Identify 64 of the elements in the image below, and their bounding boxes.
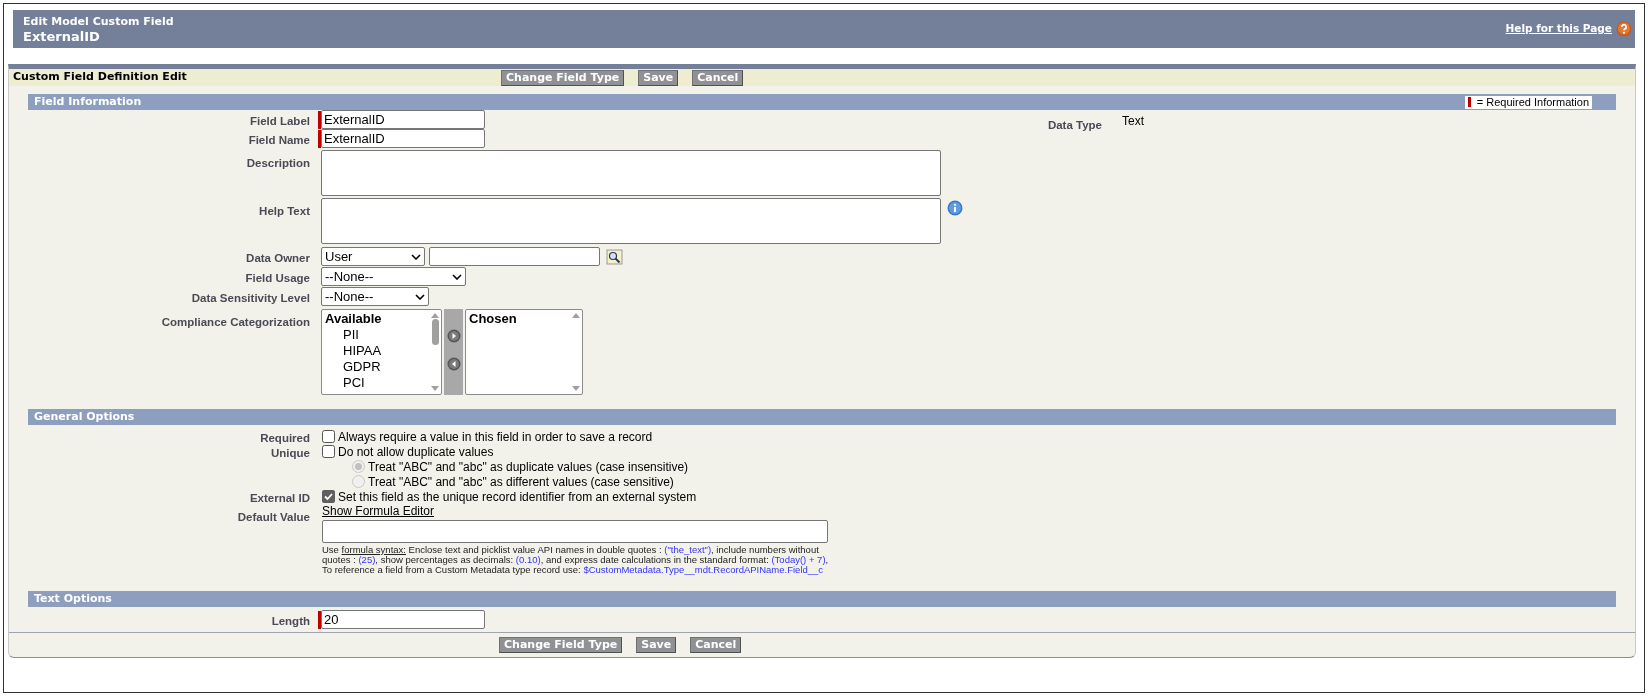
checkbox-label: Always require a value in this field in order to save a record <box>338 428 653 446</box>
lookup-field[interactable] <box>429 247 600 266</box>
help-icon[interactable] <box>1616 21 1632 37</box>
dropdown[interactable]: --None-- <box>321 267 466 286</box>
page-subtitle: Edit Model Custom Field <box>23 14 174 29</box>
data-type-value: Text <box>1122 113 1144 130</box>
field-label: Field Usage <box>245 271 310 284</box>
help-link[interactable]: Help for this Page <box>1505 21 1612 37</box>
info-icon[interactable] <box>947 200 963 216</box>
text-area[interactable] <box>322 520 828 543</box>
legend-text: = Required Information <box>1476 94 1589 110</box>
section-title: Field Information <box>34 93 142 110</box>
checkbox[interactable] <box>322 490 335 503</box>
field-label: Field Name <box>248 133 310 146</box>
section-title: General Options <box>34 408 135 425</box>
scroll-up-icon[interactable] <box>572 313 580 318</box>
text-area[interactable] <box>321 198 941 244</box>
field-label: Required <box>260 431 310 444</box>
field-label: Description <box>246 157 310 169</box>
edit-bar-title: Custom Field Definition Edit <box>13 69 188 86</box>
scroll-down-icon[interactable] <box>431 386 439 391</box>
radio-label: Treat "ABC" and "abc" as different values (case sensitive) <box>368 474 674 491</box>
text-field[interactable]: ExternalID <box>321 129 485 148</box>
scroll-down-icon[interactable] <box>572 386 580 391</box>
field-label: Data Sensitivity Level <box>191 291 310 304</box>
dropdown[interactable]: User <box>321 247 425 266</box>
field-label: Length <box>271 614 310 627</box>
field-label: Default Value <box>237 511 310 523</box>
field-label: Data Type <box>1047 119 1102 131</box>
field-label: Unique <box>271 446 310 459</box>
chosen-listbox[interactable]: Chosen <box>465 309 583 395</box>
section-title: Text Options <box>34 590 112 607</box>
checkbox[interactable] <box>322 445 335 458</box>
field-label: Compliance Categorization <box>161 316 310 328</box>
page-title: ExternalID <box>23 29 101 44</box>
required-marker <box>1467 97 1471 107</box>
list-heading: Available <box>325 311 383 327</box>
field-label: Help Text <box>259 205 310 217</box>
field-label: External ID <box>249 491 310 504</box>
text-field[interactable]: ExternalID <box>321 110 485 129</box>
checkbox[interactable] <box>322 430 335 443</box>
list-option[interactable]: PII <box>325 327 426 343</box>
dropdown[interactable]: --None-- <box>321 287 429 306</box>
list-option[interactable]: GDPR <box>325 359 426 375</box>
caret-icon <box>411 253 421 260</box>
formula-editor-link[interactable]: Show Formula Editor <box>322 504 435 519</box>
caret-icon <box>452 273 462 280</box>
field-label: Data Owner <box>246 251 310 264</box>
text-field[interactable]: 20 <box>321 610 485 629</box>
list-option[interactable]: HIPAA <box>325 343 426 359</box>
field-label: Field Label <box>249 114 310 127</box>
formula-hint: Use formula syntax: Enclose text and picklist value API names in double quotes : ("the_text"), include numbers without quotes : (25), show percentages as decimals: (0.10), and express date calculations in the standard format: (Today() + 7), To reference a field from a Custom Metadata type record use: $CustomMetadata.Type__mdt.RecordAPIName.Field__c <box>322 545 830 575</box>
text-area[interactable] <box>321 150 941 196</box>
checkbox-label: Set this field as the unique record identifier from an external system <box>338 489 697 506</box>
left-arrow-icon[interactable] <box>446 357 461 371</box>
caret-icon <box>415 293 425 300</box>
available-listbox[interactable]: Available PII HIPAA GDPR PCI <box>321 309 442 395</box>
list-heading: Chosen <box>469 311 518 327</box>
radio-label: Treat "ABC" and "abc" as duplicate values (case insensitive) <box>368 459 689 476</box>
checkbox-label: Do not allow duplicate values <box>338 444 494 461</box>
formula-syntax-link[interactable]: formula syntax: <box>341 544 406 555</box>
magnifier-icon[interactable] <box>606 248 623 265</box>
list-option[interactable]: PCI <box>325 375 426 391</box>
right-arrow-icon[interactable] <box>446 329 461 343</box>
